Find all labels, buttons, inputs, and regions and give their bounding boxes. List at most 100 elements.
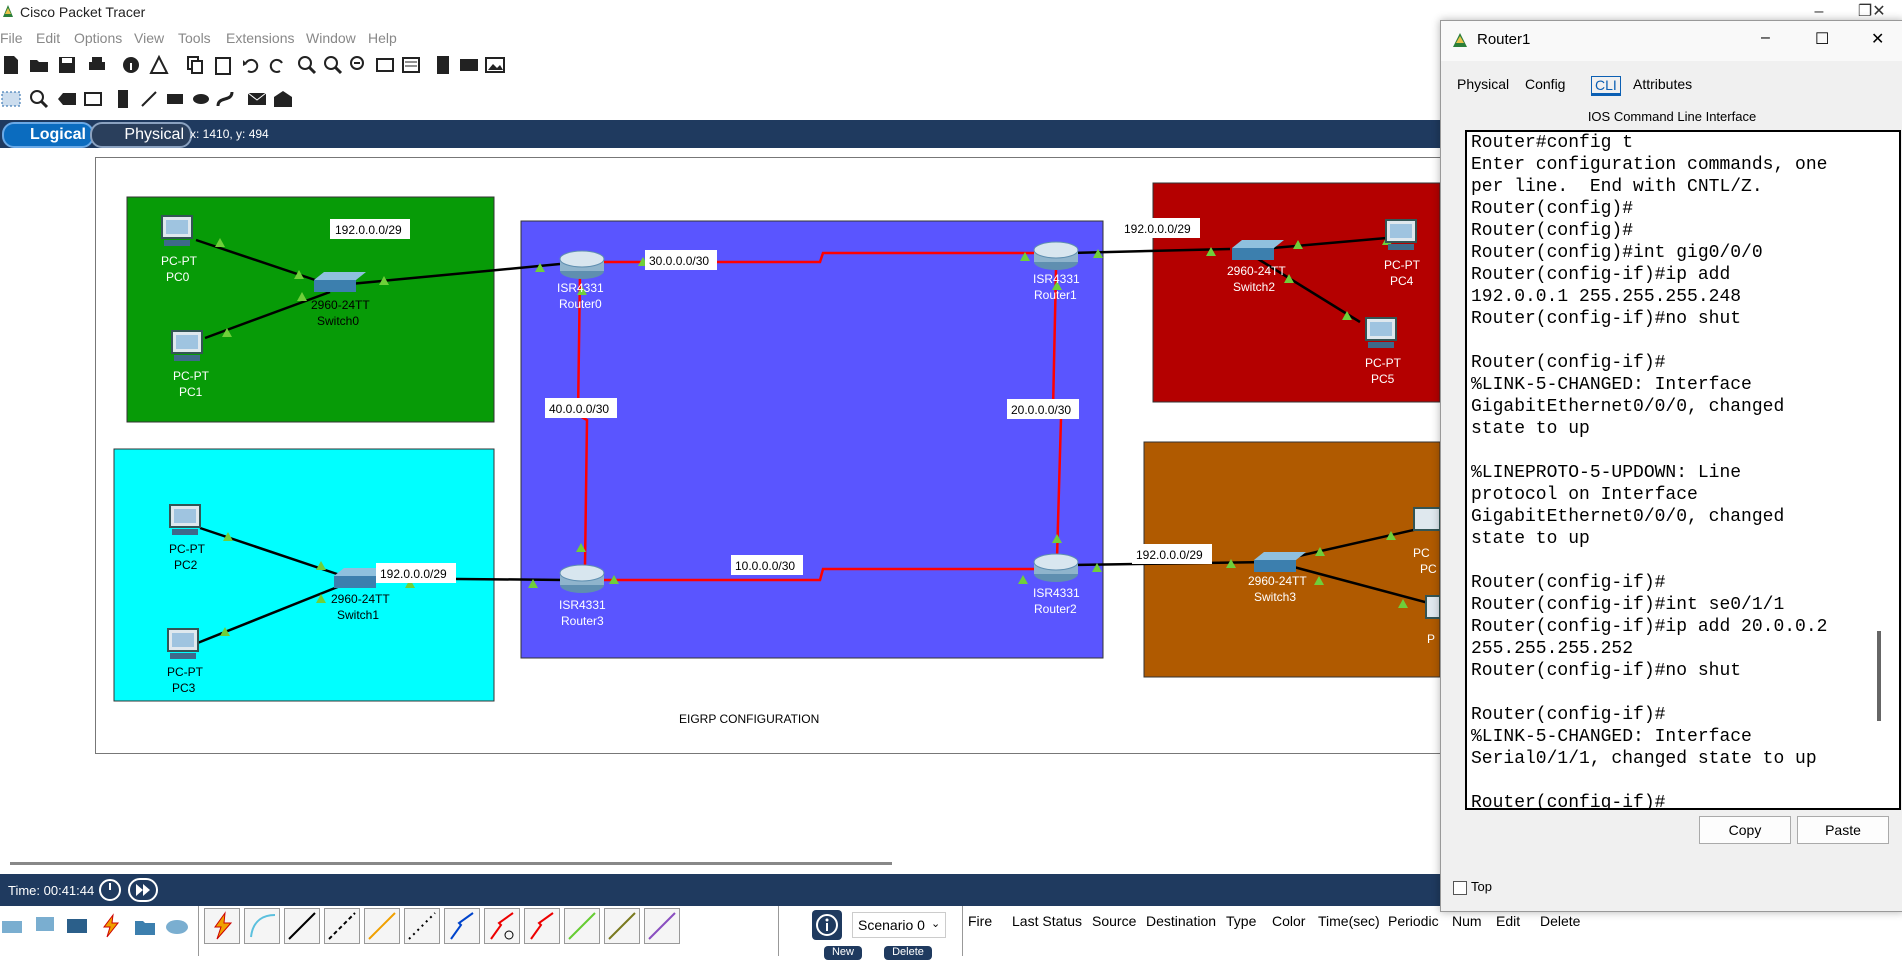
dialog-close-button[interactable]: ✕ <box>1871 29 1884 49</box>
dialog-minimize-button[interactable]: – <box>1761 29 1770 47</box>
topology-canvas[interactable]: 192.0.0.0/29 192.0.0.0/29 30.0.0.0/30 40… <box>0 150 1440 858</box>
new-scenario-button[interactable]: New <box>824 946 862 960</box>
dialog-maximize-button[interactable]: ☐ <box>1815 29 1829 49</box>
pc-icon[interactable] <box>161 215 193 246</box>
router-icon[interactable] <box>1033 241 1079 270</box>
paste-button[interactable]: Paste <box>1797 816 1889 844</box>
draw-line-icon[interactable] <box>138 88 160 110</box>
print-icon[interactable] <box>86 54 108 76</box>
router1-dialog: Router1 – ☐ ✕ Physical Config CLI Attrib… <box>1440 20 1902 912</box>
custom-device-icon[interactable] <box>400 54 422 76</box>
zoom-reset-icon[interactable] <box>322 54 344 76</box>
delete-scenario-button[interactable]: Delete <box>884 946 932 960</box>
pc-icon[interactable] <box>1365 317 1397 348</box>
place-note-icon[interactable] <box>112 88 134 110</box>
multiuser-icon[interactable] <box>164 913 190 939</box>
add-simple-pdu-icon[interactable] <box>246 88 268 110</box>
pdu-col-last-status: Last Status <box>1012 913 1083 929</box>
select-icon[interactable] <box>0 88 22 110</box>
serial-dce-icon[interactable] <box>484 908 520 944</box>
image-icon[interactable] <box>484 54 506 76</box>
coaxial-icon[interactable] <box>444 908 480 944</box>
tab-physical[interactable]: Physical <box>90 122 192 148</box>
device-model-label: ISR4331 <box>1033 272 1080 286</box>
connections-icon[interactable] <box>98 913 124 939</box>
activity-wizard-icon[interactable] <box>148 54 170 76</box>
iot-cable-icon[interactable] <box>604 908 640 944</box>
cli-scrollbar[interactable] <box>1877 131 1881 807</box>
router-icon[interactable] <box>559 250 605 279</box>
pc-icon[interactable] <box>171 330 203 361</box>
misc-icon[interactable] <box>132 913 158 939</box>
octal-cable-icon[interactable] <box>564 908 600 944</box>
tab-physical[interactable]: Physical <box>1457 76 1509 92</box>
cli-console[interactable]: Router#config t Enter configuration comm… <box>1465 130 1901 810</box>
pc-icon[interactable] <box>1425 595 1440 619</box>
simulation-time: Time: 00:41:44 <box>8 883 95 898</box>
tab-attributes[interactable]: Attributes <box>1633 76 1692 92</box>
add-complex-pdu-icon[interactable] <box>272 88 294 110</box>
menu-options[interactable]: Options <box>74 30 122 46</box>
device-list-icon[interactable] <box>458 54 480 76</box>
undo-icon[interactable] <box>240 54 262 76</box>
device-model-label: PC-PT <box>167 665 204 679</box>
pc-icon[interactable] <box>169 504 201 535</box>
end-devices-icon[interactable] <box>32 913 58 939</box>
components-icon[interactable] <box>64 913 90 939</box>
menu-edit[interactable]: Edit <box>36 30 60 46</box>
usb-cable-icon[interactable] <box>644 908 680 944</box>
scenario-select[interactable]: Scenario 0 ⌄ <box>852 912 946 938</box>
delete-icon[interactable] <box>56 88 78 110</box>
console-cable-icon[interactable] <box>244 908 280 944</box>
info-icon[interactable] <box>812 910 842 940</box>
new-file-icon[interactable] <box>0 54 22 76</box>
copper-cross-icon[interactable] <box>324 908 360 944</box>
menu-help[interactable]: Help <box>368 30 397 46</box>
menu-file[interactable]: File <box>0 30 23 46</box>
notes-icon[interactable] <box>432 54 454 76</box>
redo-icon[interactable] <box>266 54 288 76</box>
pc-icon[interactable] <box>1413 507 1440 531</box>
menu-tools[interactable]: Tools <box>178 30 211 46</box>
draw-ellipse-icon[interactable] <box>190 88 212 110</box>
copy-button-label: Copy <box>1728 822 1762 838</box>
inspect-icon[interactable] <box>28 88 50 110</box>
network-devices-icon[interactable] <box>0 913 26 939</box>
router-icon[interactable] <box>559 564 605 593</box>
info-icon[interactable] <box>120 54 142 76</box>
menu-extensions[interactable]: Extensions <box>226 30 294 46</box>
horizontal-scrollbar[interactable] <box>10 862 892 865</box>
device-model-label: PC-PT <box>1384 258 1421 272</box>
paste-icon[interactable] <box>212 54 234 76</box>
tab-physical-label: Physical <box>124 126 184 143</box>
tab-config[interactable]: Config <box>1525 76 1565 92</box>
zoom-in-icon[interactable] <box>296 54 318 76</box>
fast-forward-icon[interactable] <box>128 878 158 902</box>
router-icon[interactable] <box>1033 553 1079 582</box>
zoom-out-icon[interactable] <box>348 54 370 76</box>
auto-cable-icon[interactable] <box>204 908 240 944</box>
pc-icon[interactable] <box>1385 219 1417 250</box>
fiber-icon[interactable] <box>364 908 400 944</box>
tab-cli[interactable]: CLI <box>1591 76 1621 96</box>
serial-dte-icon[interactable] <box>524 908 560 944</box>
save-icon[interactable] <box>56 54 78 76</box>
resize-shape-icon[interactable] <box>82 88 104 110</box>
copper-straight-icon[interactable] <box>284 908 320 944</box>
network-label: 192.0.0.0/29 <box>335 223 402 237</box>
draw-rectangle-icon[interactable] <box>164 88 186 110</box>
copy-button[interactable]: Copy <box>1699 816 1791 844</box>
freeform-icon[interactable] <box>214 88 236 110</box>
device-type-panel: Scenario 0 ⌄ New Delete Fire Last Status… <box>0 906 1440 960</box>
tab-logical[interactable]: Logical <box>2 122 94 148</box>
menu-window[interactable]: Window <box>306 30 356 46</box>
cli-output[interactable]: Router#config t Enter configuration comm… <box>1471 132 1871 808</box>
top-checkbox[interactable] <box>1453 881 1467 895</box>
open-folder-icon[interactable] <box>28 54 50 76</box>
copy-icon[interactable] <box>184 54 206 76</box>
phone-cable-icon[interactable] <box>404 908 440 944</box>
pc-icon[interactable] <box>167 628 199 659</box>
menu-view[interactable]: View <box>134 30 164 46</box>
drawing-palette-icon[interactable] <box>374 54 396 76</box>
power-cycle-icon[interactable] <box>98 878 122 902</box>
